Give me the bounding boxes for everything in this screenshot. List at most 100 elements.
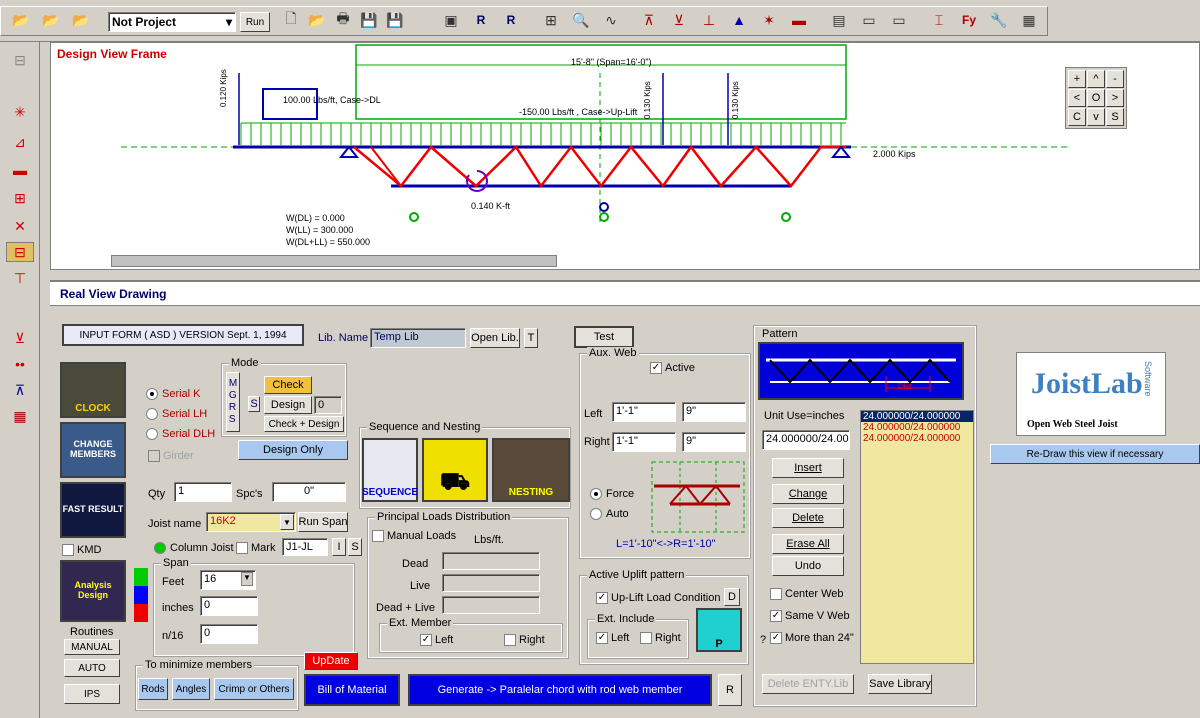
uplift-right-checkbox[interactable]: Right (640, 632, 681, 644)
open-folder-icon[interactable]: 📂 (10, 9, 32, 31)
horizontal-scrollbar-thumb[interactable] (111, 255, 557, 267)
run-button[interactable]: Run (240, 12, 270, 32)
more-than-checkbox[interactable]: ✓ More than 24" (770, 632, 854, 644)
run-span-button[interactable]: Run Span (298, 512, 348, 532)
feet-select[interactable]: 16 ▼ (200, 570, 256, 590)
graph-icon[interactable]: ∿ (600, 9, 622, 31)
dead-field[interactable] (442, 552, 540, 570)
fy-icon[interactable]: Fy (958, 9, 980, 31)
window-icon[interactable]: ▭ (858, 9, 880, 31)
seat-icon[interactable]: ⊻ (6, 328, 34, 348)
joist-name-dropdown[interactable]: ▼ (280, 514, 294, 530)
save-icon[interactable]: 💾 (358, 9, 380, 31)
i-button[interactable]: I (332, 538, 346, 556)
center-web-checkbox[interactable]: Center Web (770, 588, 844, 600)
print-icon[interactable]: 🖶 (332, 9, 354, 31)
inches-field[interactable]: 0 (200, 596, 258, 616)
manual-loads-checkbox[interactable]: Manual Loads (372, 530, 456, 542)
ips-button[interactable]: IPS (64, 684, 120, 704)
aux-left-a-field[interactable]: 1'-1" (612, 402, 676, 422)
serial-k-radio[interactable]: Serial K (146, 388, 201, 400)
lib-name-field[interactable]: Temp Lib (370, 328, 466, 348)
nav-s-button[interactable]: S (1106, 108, 1124, 126)
mark-field[interactable]: J1-JL (282, 538, 328, 556)
beam-icon[interactable]: ▬ (6, 160, 34, 180)
aux-active-checkbox[interactable]: ✓ Active (650, 362, 695, 374)
report-r-icon[interactable]: R (500, 9, 522, 31)
nav-c-button[interactable]: C (1068, 108, 1086, 126)
open-lib-button[interactable]: Open Lib. (470, 328, 520, 348)
update-button[interactable]: UpDate (304, 652, 358, 670)
delete-entry-button[interactable]: Delete ENTY.Lib (762, 674, 854, 694)
ext-left-checkbox[interactable]: ✓ Left (420, 634, 453, 646)
cart-icon[interactable]: ⊟ (6, 50, 34, 70)
column-joist-radio[interactable]: Column Joist (154, 542, 234, 554)
aux-right-a-field[interactable]: 1'-1" (612, 432, 676, 452)
load-icon[interactable]: ⊻ (668, 9, 690, 31)
zoom-icon[interactable]: ⊞ (540, 9, 562, 31)
girder-icon[interactable]: ⊤ (6, 268, 34, 288)
live-field[interactable] (442, 574, 540, 592)
qty-field[interactable]: 1 (174, 482, 232, 502)
serial-dlh-radio[interactable]: Serial DLH (146, 428, 215, 440)
active-view-icon[interactable]: ⊟ (6, 242, 34, 262)
spcs-field[interactable]: 0" (272, 482, 346, 502)
open-icon[interactable]: 📂 (306, 9, 328, 31)
force-radio[interactable]: Force (590, 488, 634, 500)
open-folder-icon[interactable]: 📂 (70, 9, 92, 31)
sequence-image[interactable]: SEQUENCE (362, 438, 418, 502)
aux-right-b-field[interactable]: 9" (682, 432, 746, 452)
load-icon[interactable]: ✶ (758, 9, 780, 31)
column-icon[interactable]: ⊞ (6, 188, 34, 208)
change-button[interactable]: Change (772, 484, 844, 504)
auto-button[interactable]: AUTO (64, 659, 120, 677)
kmd-checkbox[interactable]: KMD (62, 544, 101, 556)
nav-down-button[interactable]: v (1087, 108, 1105, 126)
truss-icon[interactable]: ✳ (6, 102, 34, 122)
bill-of-material-button[interactable]: Bill of Material (304, 674, 400, 706)
crimp-button[interactable]: Crimp or Others (214, 678, 294, 700)
wheelbarrow-image[interactable]: ⛟ (422, 438, 488, 502)
n16-field[interactable]: 0 (200, 624, 258, 644)
project-select[interactable]: Not Project ▾ (108, 12, 236, 32)
save-library-button[interactable]: Save Library (868, 674, 932, 694)
aux-left-b-field[interactable]: 9" (682, 402, 746, 422)
web-icon[interactable]: ✕ (6, 216, 34, 236)
fast-result-image[interactable]: FAST RESULT (60, 482, 126, 538)
test-button[interactable]: Test (574, 326, 634, 348)
zoom-in-icon[interactable]: 🔍 (570, 9, 592, 31)
nav-right-button[interactable]: > (1106, 89, 1124, 107)
section-icon[interactable]: ⌶ (928, 9, 950, 31)
delete-button[interactable]: Delete (772, 508, 844, 528)
open-folder-icon[interactable]: 📂 (40, 9, 62, 31)
check-button[interactable]: Check (264, 376, 312, 394)
support-icon[interactable]: ⊼ (6, 380, 34, 400)
serial-lh-radio[interactable]: Serial LH (146, 408, 207, 420)
analysis-image[interactable]: Analysis Design (60, 560, 126, 622)
t-button[interactable]: T (524, 328, 538, 348)
nav-center-button[interactable]: O (1087, 89, 1105, 107)
nesting-image[interactable]: NESTING (492, 438, 570, 502)
report-r-icon[interactable]: R (470, 9, 492, 31)
grid-icon[interactable]: ▦ (6, 406, 34, 426)
check-design-button[interactable]: Check + Design (264, 416, 344, 432)
angles-button[interactable]: Angles (172, 678, 210, 700)
window-icon[interactable]: ▭ (888, 9, 910, 31)
s-button[interactable]: S (248, 396, 260, 412)
pattern-list[interactable]: 24.000000/24.000000 24.000000/24.000000 … (860, 410, 974, 664)
new-file-icon[interactable]: 🗋 (280, 9, 302, 31)
design-button[interactable]: Design (264, 396, 312, 414)
list-item[interactable]: 24.000000/24.000000 (861, 433, 973, 444)
list-item[interactable]: 24.000000/24.000000 (861, 422, 973, 433)
uplift-left-checkbox[interactable]: ✓ Left (596, 632, 629, 644)
window-icon[interactable]: ▤ (828, 9, 850, 31)
support-icon[interactable]: ▲ (728, 9, 750, 31)
rods-button[interactable]: Rods (138, 678, 168, 700)
truck-icon[interactable]: ▬ (788, 9, 810, 31)
calculator-icon[interactable]: ▦ (1018, 9, 1040, 31)
tools-icon[interactable]: 🔧 (988, 9, 1010, 31)
save-as-icon[interactable]: 💾 (384, 9, 406, 31)
nav-up-button[interactable]: ^ (1087, 70, 1105, 88)
girder-checkbox[interactable]: Girder (148, 450, 194, 462)
erase-all-button[interactable]: Erase All (772, 534, 844, 554)
